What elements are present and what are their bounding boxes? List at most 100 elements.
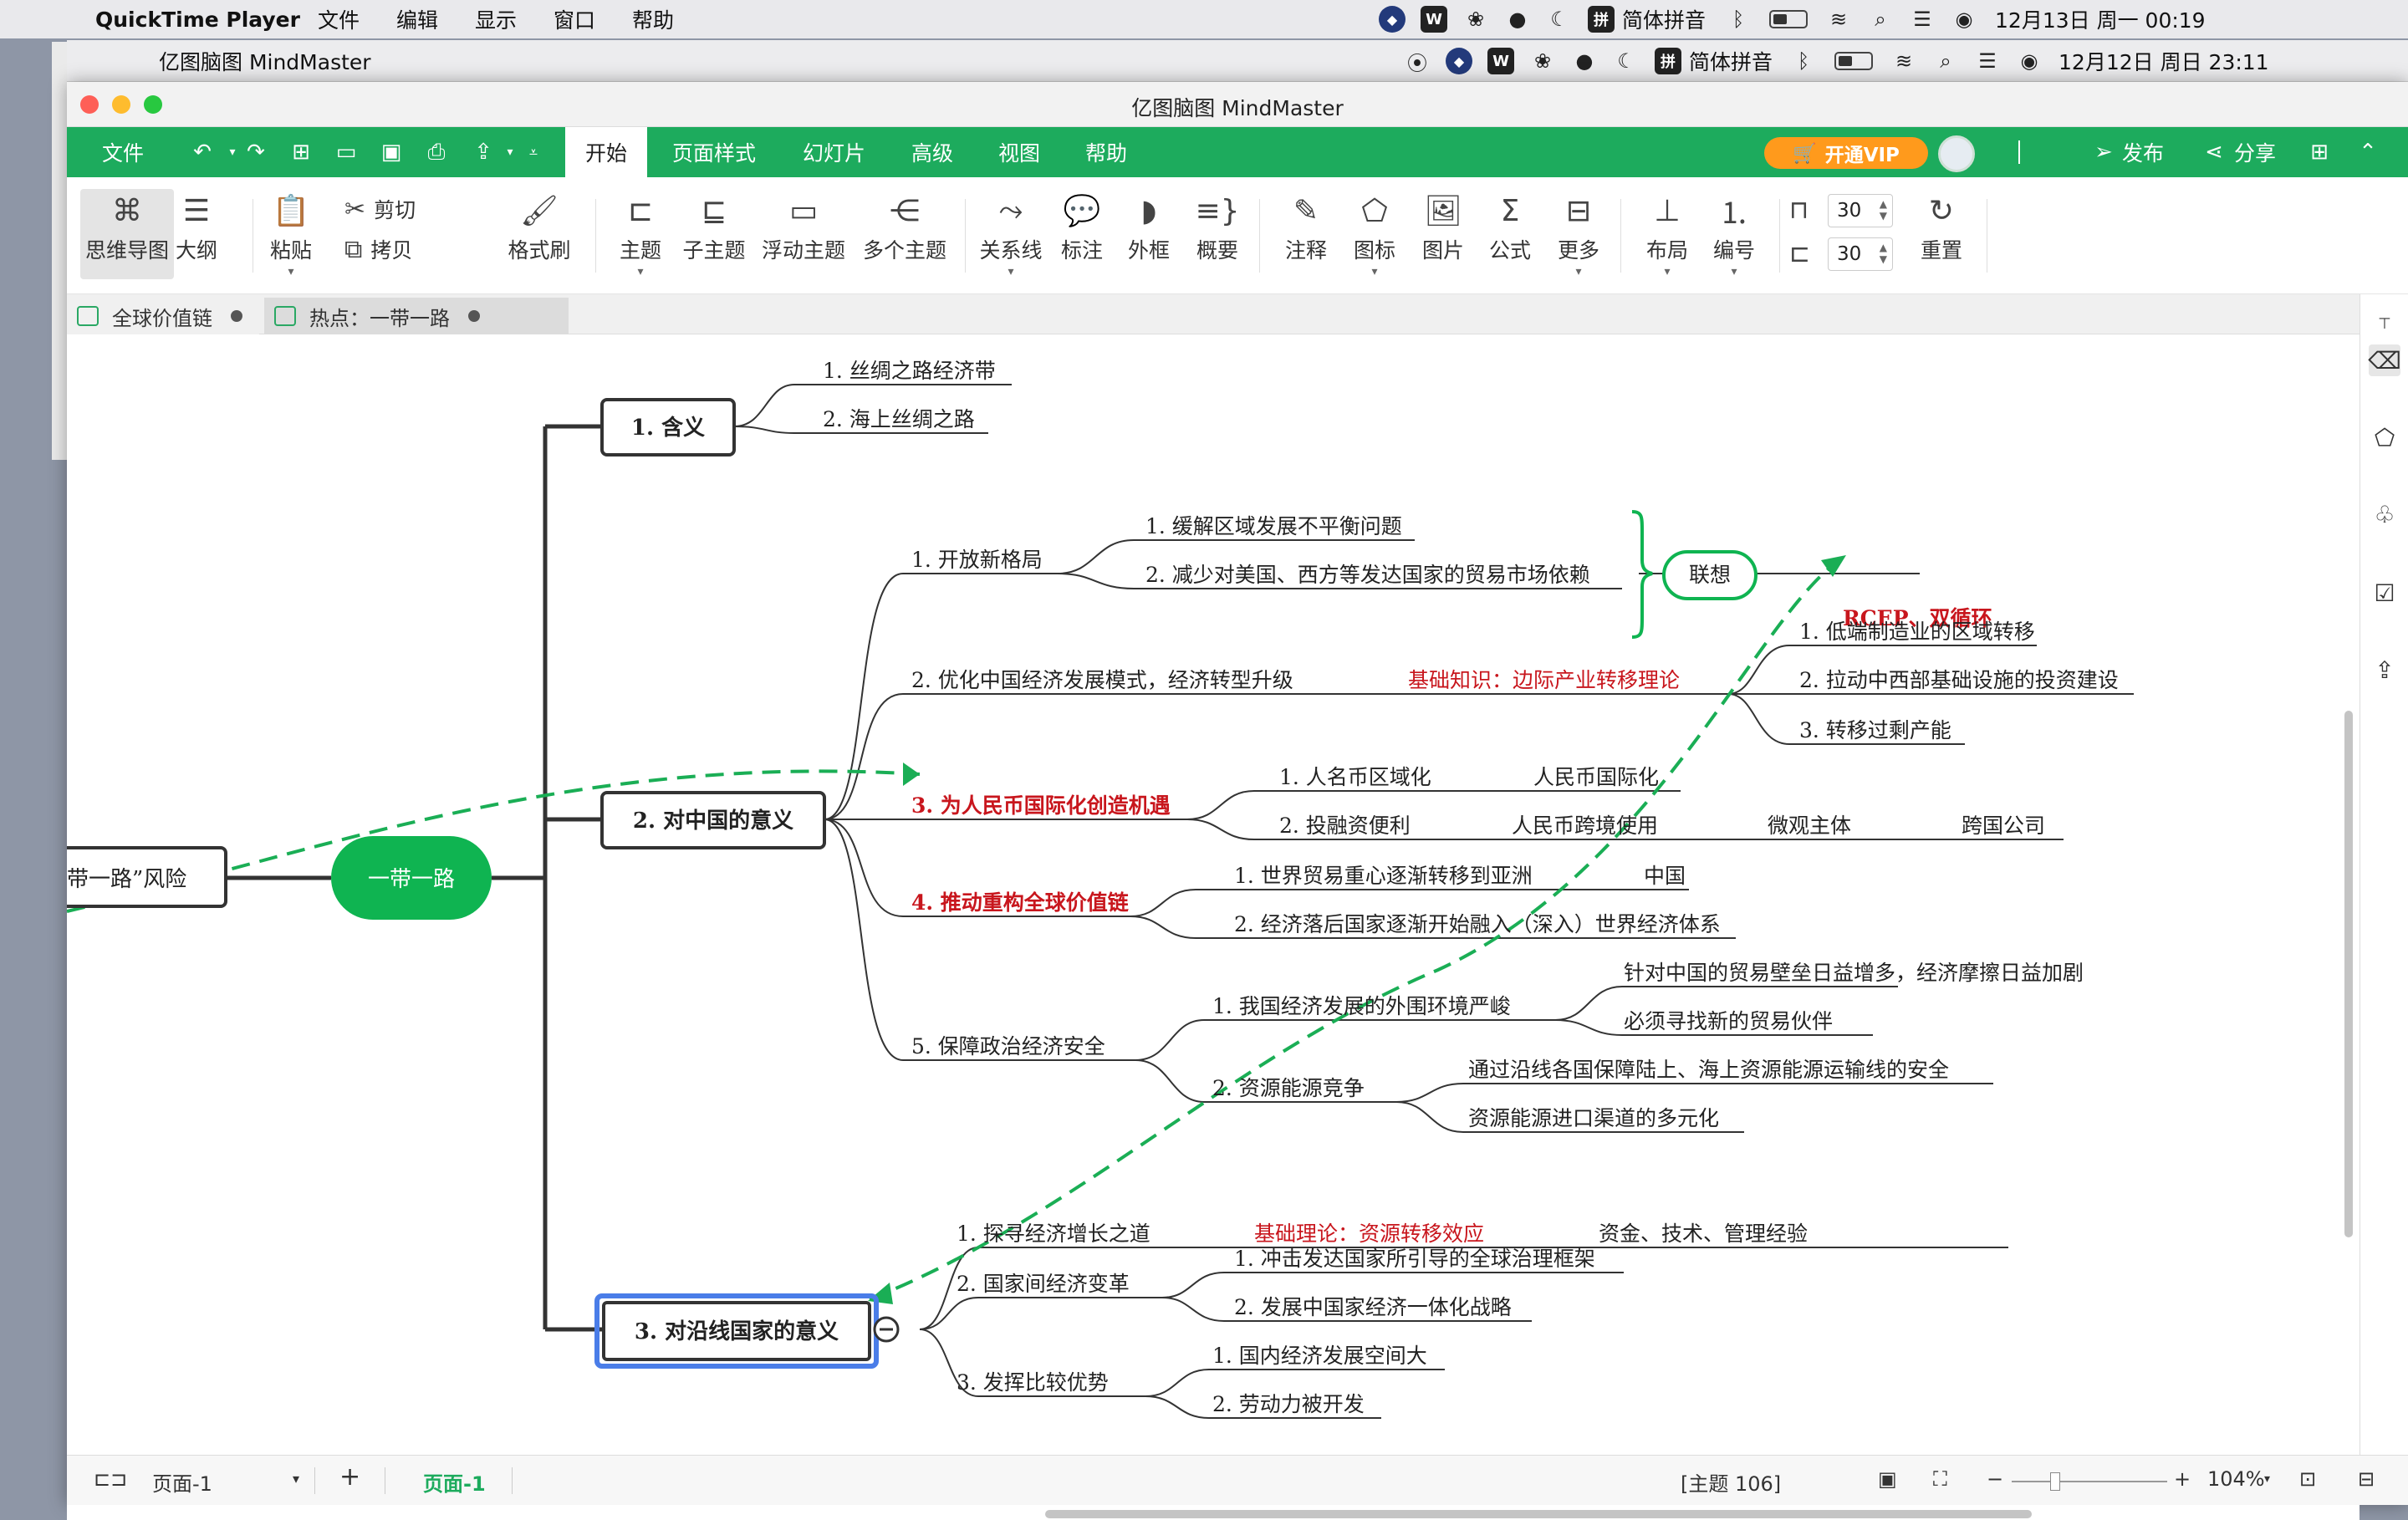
topic-label[interactable]: 微观主体	[1768, 814, 1851, 838]
stepper-arrows-icon[interactable]: ▲ ▼	[1880, 198, 1887, 222]
customize-icon[interactable]: ⩡	[520, 139, 547, 166]
zoom-out-icon[interactable]: −	[1987, 1467, 2003, 1491]
export-icon[interactable]: ⇪	[470, 139, 497, 166]
tab-help[interactable]: 帮助	[1085, 127, 1127, 177]
horizontal-spacing-input[interactable]: 30 ▲ ▼	[1828, 194, 1893, 227]
menu-file[interactable]: 文件	[318, 0, 360, 38]
topic-label[interactable]: 2. 劳动力被开发	[1212, 1392, 1365, 1416]
fit-window-icon[interactable]: ⊡	[2299, 1467, 2316, 1491]
more-button[interactable]: ⊟ 更多 ▾	[1543, 189, 1614, 279]
app-status-icon[interactable]: ◆	[1379, 6, 1406, 33]
task-icon[interactable]: ☑	[2369, 577, 2400, 609]
icon-button[interactable]: ⬠ 图标 ▾	[1339, 189, 1410, 279]
mindmap-view-button[interactable]: ⌘ 思维导图	[80, 189, 174, 279]
bluetooth-icon[interactable]: ᛒ	[1725, 6, 1752, 33]
clock[interactable]: 12月13日 周一 00:19	[1995, 0, 2206, 38]
copy-button[interactable]: ⧉ 拷贝	[344, 234, 412, 264]
tab-page-style[interactable]: 页面样式	[672, 127, 756, 177]
topic-label[interactable]: 3. 发挥比较优势	[957, 1370, 1109, 1395]
collapse-ribbon-icon[interactable]: ⌃	[2354, 139, 2381, 166]
zoom-in-icon[interactable]: +	[2174, 1467, 2191, 1491]
boundary-button[interactable]: ◗ 外框	[1114, 189, 1184, 279]
note-button[interactable]: ✎ 注释	[1271, 189, 1341, 279]
page-selector[interactable]: 页面-1	[152, 1467, 212, 1497]
cut-button[interactable]: ✂ 剪切	[344, 194, 416, 224]
topic-label[interactable]: 1. 世界贸易重心逐渐转移到亚洲	[1234, 864, 1533, 888]
doc-tab-global-value-chain[interactable]: 全球价值链	[67, 298, 259, 334]
upload-icon[interactable]: ⇪	[2369, 654, 2400, 686]
menu-view[interactable]: 显示	[475, 0, 517, 38]
menu-window[interactable]: 窗口	[554, 0, 595, 38]
topic-label[interactable]: 必须寻找新的贸易伙伴	[1624, 1009, 1833, 1033]
numbering-button[interactable]: ⒈ 编号 ▾	[1699, 189, 1769, 279]
topic-label[interactable]: 2. 经济落后国家逐渐开始融入（深入）世界经济体系	[1234, 912, 1721, 936]
mindmap-canvas[interactable]: 带一路”风险 一带一路 1. 含义 2. 对中国的意义 3. 对沿线国家的意义 …	[67, 334, 2360, 1520]
reset-button[interactable]: ↻ 重置	[1906, 189, 1977, 279]
moon-icon[interactable]: ☾	[1546, 6, 1573, 33]
battery-icon[interactable]	[1769, 10, 1809, 28]
note-label[interactable]: 基础理论：资源转移效应	[1254, 1222, 1484, 1246]
topic-label[interactable]: 1. 开放新格局	[911, 548, 1043, 572]
sticker-icon[interactable]: ⬠	[2369, 421, 2400, 453]
zoom-slider-handle[interactable]	[2050, 1472, 2060, 1491]
topic-label[interactable]: 资源能源进口渠道的多元化	[1468, 1106, 1719, 1130]
topic-label[interactable]: 3. 转移过剩产能	[1799, 718, 1951, 742]
image-button[interactable]: 🖼 图片	[1408, 189, 1478, 279]
menu-help[interactable]: 帮助	[632, 0, 674, 38]
tab-view[interactable]: 视图	[998, 127, 1040, 177]
topic-label[interactable]: 1. 低端制造业的区域转移	[1799, 620, 2035, 644]
unsaved-dot-icon[interactable]	[231, 310, 242, 322]
paste-button[interactable]: 📋 粘贴 ▾	[256, 189, 326, 279]
topic-label[interactable]: 跨国公司	[1962, 814, 2045, 838]
avatar[interactable]	[1938, 135, 1975, 172]
tab-start[interactable]: 开始	[565, 127, 648, 177]
zoom-slider[interactable]	[2012, 1481, 2167, 1482]
topic-label[interactable]: 人民币国际化	[1533, 765, 1659, 789]
topic-label[interactable]: 2. 发展中国家经济一体化战略	[1234, 1295, 1512, 1319]
input-method[interactable]: 简体拼音	[1622, 0, 1706, 38]
chevron-down-icon[interactable]: ▾	[293, 1471, 299, 1487]
tab-slides[interactable]: 幻灯片	[803, 127, 865, 177]
open-icon[interactable]: ▭	[333, 139, 360, 166]
new-icon[interactable]: ⊞	[288, 139, 314, 166]
relation-line-button[interactable]: ⤳ 关系线 ▾	[970, 189, 1052, 279]
vip-button[interactable]: 🛒 开通VIP	[1764, 137, 1928, 169]
topic-label[interactable]: 2. 投融资便利	[1279, 814, 1411, 838]
topic-label[interactable]: 人民币跨境使用	[1512, 814, 1658, 838]
topic-label[interactable]: 3. 为人民币国际化创造机遇	[911, 793, 1171, 818]
publish-button[interactable]: 发布	[2122, 127, 2164, 177]
topic-label[interactable]: 1. 探寻经济增长之道	[957, 1222, 1150, 1246]
pin-icon[interactable]: ⊤	[2369, 308, 2400, 339]
undo-icon[interactable]: ↶	[189, 139, 216, 166]
outline-view-button[interactable]: ☰ 大纲	[167, 189, 226, 279]
topic-label[interactable]: 2. 国家间经济变革	[957, 1272, 1130, 1296]
topic-label[interactable]: 1. 人名币区域化	[1279, 765, 1431, 789]
floating-topic-button[interactable]: ▭ 浮动主题	[758, 189, 849, 279]
app-name[interactable]: QuickTime Player	[95, 0, 300, 38]
topic-label[interactable]: 1. 冲击发达国家所引导的全球治理框架	[1234, 1247, 1595, 1271]
active-page-tab[interactable]: 页面-1	[423, 1467, 486, 1497]
control-center-icon[interactable]: ☰	[1909, 6, 1936, 33]
stepper-arrows-icon[interactable]: ▲ ▼	[1880, 242, 1887, 265]
topic-label[interactable]: 2. 优化中国经济发展模式，经济转型升级	[911, 668, 1293, 692]
topic-label[interactable]: 2. 拉动中西部基础设施的投资建设	[1799, 668, 2119, 692]
redo-icon[interactable]: ↷	[242, 139, 269, 166]
topic-label[interactable]: 资金、技术、管理经验	[1599, 1222, 1808, 1246]
share-icon[interactable]: ⋖	[2201, 139, 2227, 166]
page-list-toggle-icon[interactable]: ⊏⊐	[94, 1467, 127, 1491]
vertical-scrollbar[interactable]	[2344, 711, 2353, 1237]
multi-topic-button[interactable]: ⋲ 多个主题	[856, 189, 953, 279]
print-icon[interactable]: ⎙	[423, 139, 450, 166]
formula-button[interactable]: Σ 公式	[1475, 189, 1545, 279]
cloud-icon[interactable]: ❀	[1462, 6, 1489, 33]
topic-label[interactable]: 针对中国的贸易壁垒日益增多，经济摩擦日益加剧	[1624, 961, 2084, 985]
topic-label[interactable]: 1. 我国经济发展的外围环境严峻	[1212, 994, 1511, 1018]
pinyin-icon[interactable]: 拼	[1588, 6, 1615, 33]
menu-edit[interactable]: 编辑	[396, 0, 438, 38]
summary-button[interactable]: ≡} 概要	[1182, 189, 1252, 279]
save-icon[interactable]: ▣	[378, 139, 405, 166]
topic-label[interactable]: 2. 资源能源竞争	[1212, 1076, 1365, 1100]
horizontal-scrollbar[interactable]	[1045, 1510, 2032, 1518]
publish-icon[interactable]: ➢	[2090, 139, 2117, 166]
topic-label[interactable]: 1. 丝绸之路经济带	[823, 359, 996, 383]
